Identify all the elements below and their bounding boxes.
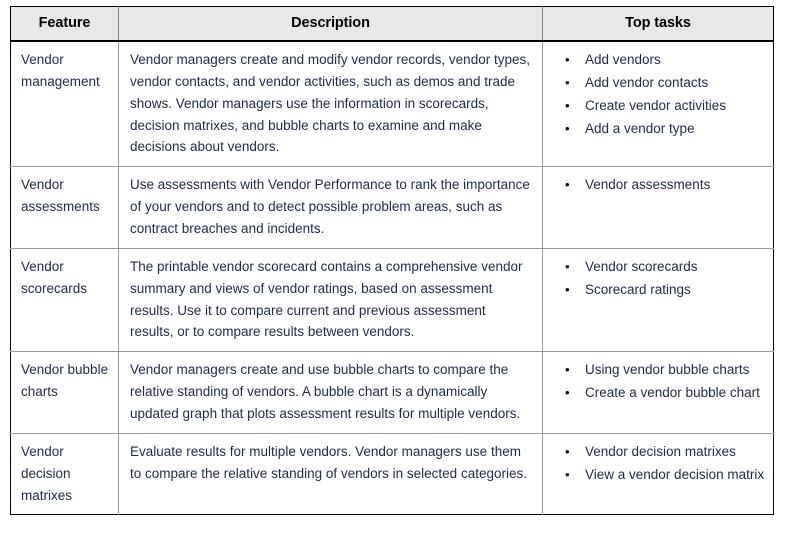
- bullet-icon: •: [565, 362, 570, 378]
- table-row: Vendor assessments Use assessments with V…: [10, 166, 774, 249]
- description-cell: Vendor managers create and modify vendor…: [118, 41, 543, 167]
- task-label: Scorecard ratings: [585, 281, 691, 297]
- table-row: Vendor scorecards The printable vendor sc…: [10, 247, 774, 352]
- feature-cell: Vendor bubble charts: [10, 351, 119, 434]
- task-label: Vendor scorecards: [585, 258, 698, 274]
- feature-cell: Vendor decision matrixes: [10, 432, 119, 515]
- task-list: • Vendor decision matrixes • View a vendor …: [553, 441, 767, 486]
- bullet-icon: •: [565, 52, 570, 67]
- task-list: • Using vendor bubble charts • Create a ven…: [553, 359, 767, 404]
- task-list-item[interactable]: • Scorecard ratings: [565, 279, 767, 301]
- task-label: Add vendor contacts: [585, 74, 709, 90]
- task-list: • Vendor scorecards • Scorecard ratings: [553, 256, 767, 301]
- column-header-top-tasks: Top tasks: [542, 6, 774, 42]
- task-label: Create vendor activities: [585, 97, 727, 113]
- task-list: • Add vendors • Add vendor contacts • Create …: [553, 49, 767, 139]
- table-body: Vendor management Vendor managers create …: [10, 41, 774, 515]
- bullet-icon: •: [565, 74, 570, 90]
- task-list-item[interactable]: • Add vendors: [565, 49, 767, 71]
- task-list-item[interactable]: • Add a vendor type: [565, 118, 767, 140]
- description-cell: Vendor managers create and use bubble ch…: [118, 351, 543, 434]
- task-list-item[interactable]: • View a vendor decision matrix: [565, 464, 767, 486]
- bullet-icon: •: [565, 281, 570, 297]
- bullet-icon: •: [565, 385, 570, 401]
- bullet-icon: •: [565, 120, 570, 136]
- description-cell: The printable vendor scorecard contains …: [118, 247, 543, 352]
- top-tasks-cell: • Vendor scorecards • Scorecard ratings: [542, 247, 774, 352]
- bullet-icon: •: [565, 443, 570, 459]
- table-row: Vendor decision matrixes Evaluate results…: [10, 432, 774, 515]
- task-label: Using vendor bubble charts: [585, 362, 750, 378]
- task-list-item[interactable]: • Vendor scorecards: [565, 256, 767, 278]
- column-header-feature: Feature: [10, 6, 119, 42]
- task-label: Vendor assessments: [585, 177, 711, 193]
- top-tasks-cell: • Vendor assessments: [542, 166, 774, 249]
- bullet-icon: •: [565, 97, 570, 113]
- feature-table: Feature Description Top tasks Vendor man…: [10, 6, 774, 516]
- top-tasks-cell: • Add vendors • Add vendor contacts • Create …: [543, 41, 774, 167]
- task-list-item[interactable]: • Add vendor contacts: [565, 72, 767, 94]
- bullet-icon: •: [565, 466, 570, 482]
- bullet-icon: •: [565, 258, 570, 274]
- header-row: Feature Description Top tasks: [10, 6, 774, 42]
- task-list-item[interactable]: • Create vendor activities: [565, 95, 767, 117]
- description-cell: Use assessments with Vendor Performance …: [118, 166, 543, 249]
- table-header: Feature Description Top tasks: [10, 6, 774, 42]
- task-list: • Vendor assessments: [553, 174, 767, 196]
- task-list-item[interactable]: • Using vendor bubble charts: [565, 359, 767, 381]
- task-list-item[interactable]: • Vendor assessments: [565, 174, 767, 196]
- top-tasks-cell: • Vendor decision matrixes • View a vendor …: [542, 432, 774, 515]
- task-label: Add a vendor type: [585, 120, 695, 136]
- feature-cell: Vendor scorecards: [10, 247, 119, 352]
- description-cell: Evaluate results for multiple vendors. V…: [118, 432, 543, 515]
- task-label: Add vendors: [585, 52, 661, 67]
- bullet-icon: •: [565, 177, 570, 193]
- top-tasks-cell: • Using vendor bubble charts • Create a ven…: [542, 351, 774, 434]
- task-label: Vendor decision matrixes: [585, 443, 736, 459]
- feature-table-container: Feature Description Top tasks Vendor man…: [10, 6, 774, 516]
- task-label: View a vendor decision matrix: [585, 466, 765, 482]
- feature-cell: Vendor assessments: [10, 166, 119, 249]
- task-label: Create a vendor bubble chart: [585, 385, 760, 401]
- task-list-item[interactable]: • Create a vendor bubble chart: [565, 382, 767, 404]
- feature-cell: Vendor management: [10, 41, 119, 167]
- table-row: Vendor bubble charts Vendor managers crea…: [10, 351, 774, 434]
- task-list-item[interactable]: • Vendor decision matrixes: [565, 441, 767, 463]
- column-header-description: Description: [118, 6, 543, 42]
- table-row: Vendor management Vendor managers create …: [10, 41, 774, 167]
